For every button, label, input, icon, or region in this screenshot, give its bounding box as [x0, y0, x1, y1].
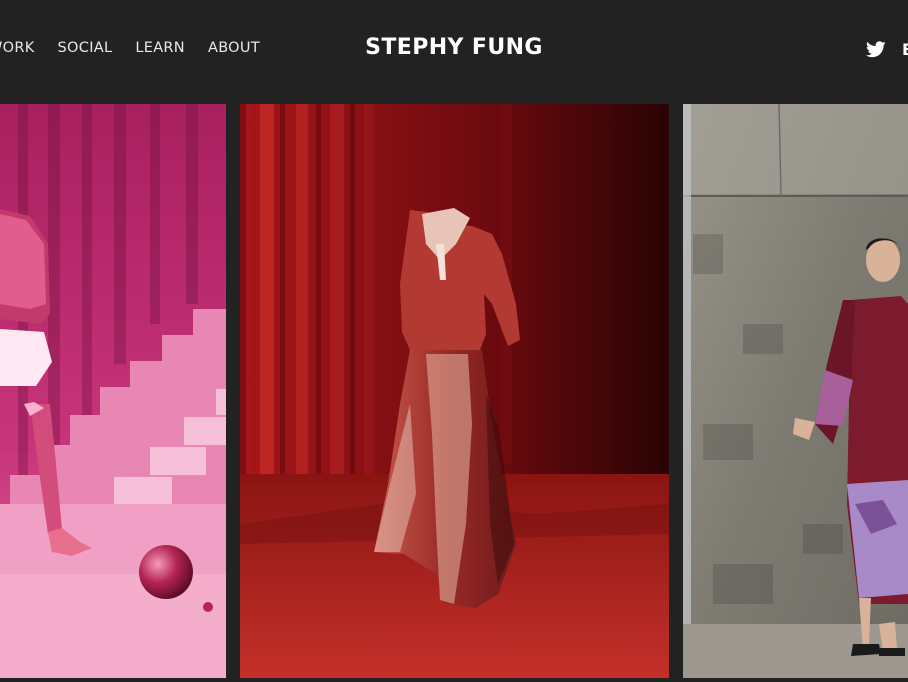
site-title[interactable]: STEPHY FUNG: [0, 35, 908, 60]
purple-dress-photo: [683, 104, 908, 678]
twitter-icon[interactable]: [866, 41, 886, 58]
pink-outfit-image: [0, 104, 226, 678]
portfolio-gallery: [0, 104, 908, 678]
gallery-tile-pink-outfit[interactable]: [0, 104, 226, 678]
gallery-tile-red-dress[interactable]: [240, 104, 669, 678]
site-header: WORK SOCIAL LEARN ABOUT STEPHY FUNG B: [0, 0, 908, 98]
red-dress-image: [240, 104, 669, 678]
gallery-tile-purple-dress[interactable]: [683, 104, 908, 678]
social-links: B: [866, 40, 908, 59]
cut-off-nav-item[interactable]: B: [902, 40, 908, 59]
